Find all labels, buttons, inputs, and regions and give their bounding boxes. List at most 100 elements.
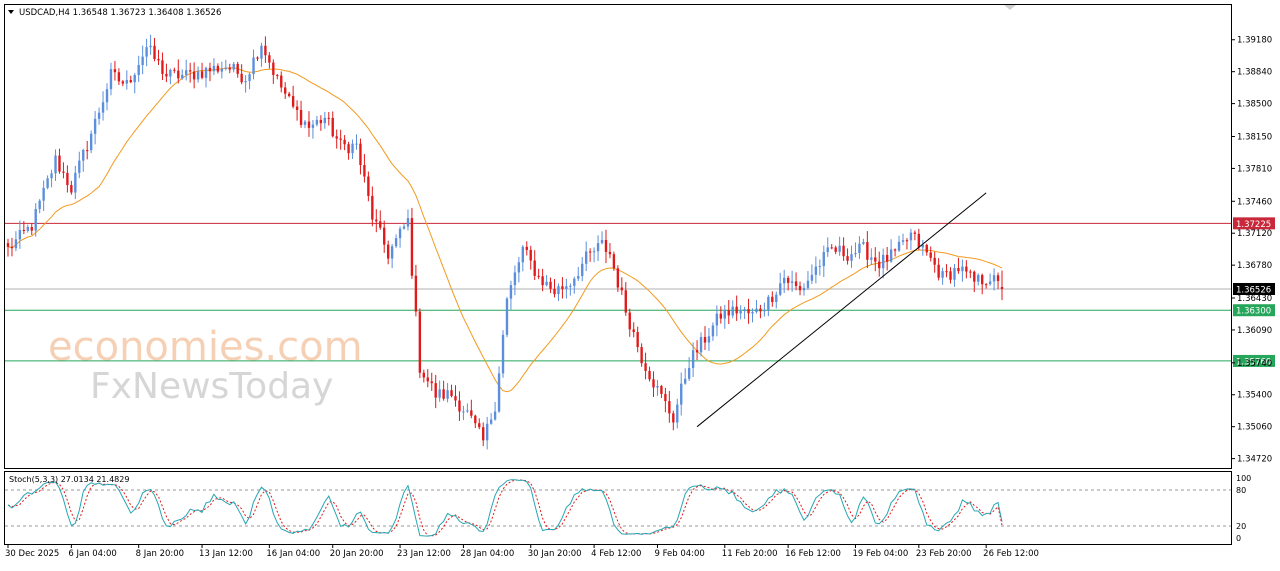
time-tick-label: 11 Feb 20:00 — [722, 549, 778, 559]
candle-body — [719, 313, 723, 319]
candle-body — [470, 410, 473, 416]
candle-body — [169, 69, 172, 77]
candle-body — [573, 278, 576, 286]
candle-body — [185, 70, 188, 75]
candle-body — [569, 285, 572, 287]
candle-body — [272, 62, 275, 75]
candle-body — [200, 71, 204, 78]
candle-body — [129, 80, 132, 83]
candle-body — [783, 277, 786, 284]
candle-body — [149, 45, 152, 48]
candle-body — [256, 57, 259, 59]
candle-body — [798, 286, 802, 291]
candle-body — [557, 286, 560, 295]
candle-body — [806, 280, 810, 288]
candle-body — [276, 74, 279, 76]
candle-body — [125, 80, 128, 84]
candle-body — [70, 185, 73, 193]
candle-body — [105, 89, 109, 103]
candle-body — [870, 257, 873, 260]
candle-body — [248, 74, 251, 82]
candle-body — [735, 306, 738, 314]
candle-body — [802, 287, 806, 291]
candle-body — [355, 143, 358, 145]
candle-body — [648, 370, 651, 380]
candle-body — [394, 238, 398, 247]
watermark-fxnewstoday: FxNewsToday — [90, 366, 333, 407]
candle-body — [240, 73, 243, 83]
candle-body — [244, 81, 247, 83]
candle-body — [957, 267, 960, 272]
candle-body — [1000, 286, 1004, 289]
price-tick-label: 1.37120 — [1237, 229, 1272, 239]
chart-canvas[interactable]: economies.com FxNewsToday 1.372251.36526… — [0, 0, 1280, 567]
candle-body — [232, 63, 235, 70]
candle-body — [97, 112, 101, 119]
candle-body — [402, 226, 406, 229]
candle-body — [74, 172, 77, 193]
candle-body — [711, 325, 715, 337]
candle-body — [545, 281, 548, 286]
candle-body — [442, 389, 445, 399]
usdcad-chart-window[interactable]: economies.com FxNewsToday 1.37225 1.36526… — [0, 0, 1280, 567]
candle-body — [751, 311, 754, 314]
candle-body — [549, 281, 552, 289]
scroll-marker-icon[interactable] — [1004, 5, 1016, 10]
candle-body — [145, 47, 148, 57]
price-tick-label: 1.35400 — [1237, 391, 1272, 401]
candle-body — [992, 275, 996, 282]
candle-body — [414, 275, 418, 312]
candle-body — [485, 423, 489, 441]
candle-body — [584, 251, 588, 264]
candle-body — [834, 247, 837, 252]
candle-body — [450, 390, 453, 397]
candle-body — [311, 124, 315, 128]
candle-body — [497, 373, 501, 412]
candle-body — [882, 254, 885, 269]
stoch-signal-line — [7, 479, 1003, 537]
time-tick-label: 23 Jan 12:00 — [397, 549, 451, 559]
candle-body — [303, 121, 307, 125]
candle-body — [113, 69, 117, 73]
candle-body — [335, 136, 338, 139]
candle-body — [438, 389, 441, 398]
candle-body — [565, 286, 568, 289]
candle-body — [727, 310, 730, 316]
candle-body — [862, 242, 865, 244]
candle-body — [6, 243, 10, 247]
candle-body — [644, 363, 647, 371]
candle-body — [790, 281, 794, 283]
candle-body — [454, 396, 457, 401]
candle-body — [220, 68, 224, 72]
candle-body — [14, 239, 18, 249]
candle-body — [82, 150, 85, 161]
candle-body — [323, 117, 327, 124]
candle-body — [767, 296, 770, 310]
candle-body — [937, 264, 940, 278]
candle-body — [26, 227, 29, 231]
price-tick-label: 1.38500 — [1237, 100, 1272, 110]
candle-body — [901, 240, 905, 242]
candle-body — [38, 200, 41, 209]
candle-body — [588, 251, 592, 253]
candle-body — [78, 160, 81, 173]
candle-body — [640, 347, 643, 364]
time-tick-label: 30 Jan 20:00 — [528, 549, 582, 559]
candle-body — [763, 309, 766, 312]
candle-body — [509, 285, 513, 299]
candle-body — [652, 379, 655, 388]
candle-body — [216, 65, 220, 72]
time-tick-label: 16 Feb 12:00 — [785, 549, 841, 559]
candle-body — [830, 247, 833, 249]
candle-body — [973, 271, 976, 282]
candle-body — [925, 244, 928, 253]
candle-body — [949, 271, 952, 280]
candle-body — [533, 260, 536, 276]
candle-body — [66, 172, 69, 186]
candle-body — [192, 71, 196, 80]
candle-body — [672, 413, 675, 423]
triangle-down-icon[interactable] — [8, 10, 14, 14]
candle-body — [858, 243, 861, 254]
price-axis: 1.372251.365261.363001.357601.391801.388… — [1231, 36, 1275, 465]
candle-body — [628, 312, 631, 330]
